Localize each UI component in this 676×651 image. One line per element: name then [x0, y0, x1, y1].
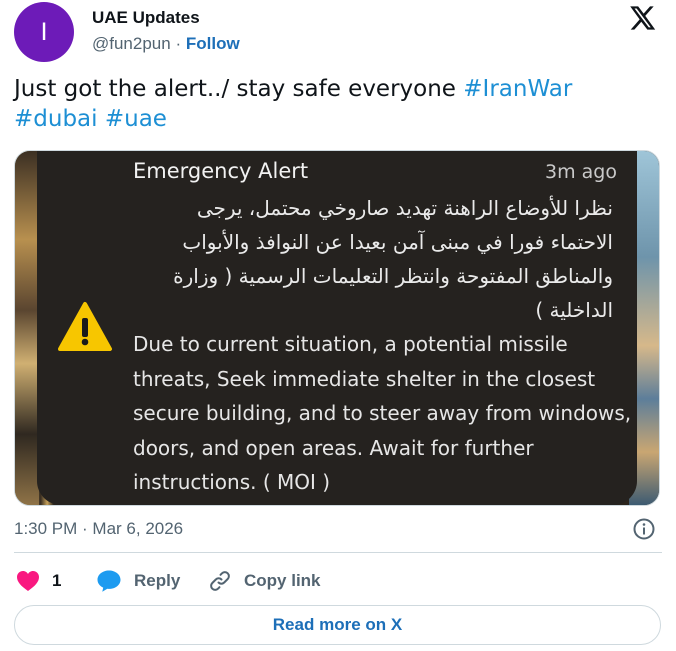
emergency-alert-card: Emergency Alert 3m ago نظرا للأوضاع الرا… — [37, 151, 637, 505]
tweet-header: I UAE Updates @fun2pun · Follow — [14, 2, 664, 62]
action-bar: 1 Reply Copy link — [14, 566, 664, 596]
heart-icon — [17, 571, 39, 591]
handle-row: @fun2pun · Follow — [92, 34, 240, 54]
avatar[interactable]: I — [14, 2, 74, 62]
display-name[interactable]: UAE Updates — [92, 8, 200, 28]
user-handle[interactable]: @fun2pun — [92, 34, 171, 53]
copy-link-button[interactable]: Copy link — [208, 566, 321, 596]
reply-label: Reply — [134, 571, 181, 590]
reply-bubble-icon — [97, 570, 121, 592]
info-icon[interactable] — [632, 517, 656, 541]
divider — [14, 552, 662, 553]
alert-arabic-text: نظرا للأوضاع الراهنة تهديد صاروخي محتمل،… — [173, 196, 613, 322]
follow-button[interactable]: Follow — [186, 34, 240, 53]
like-count: 1 — [52, 571, 62, 590]
hashtag-iranwar[interactable]: #IranWar — [463, 76, 572, 102]
read-more-button[interactable]: Read more on X — [14, 605, 661, 645]
alert-title: Emergency Alert — [133, 159, 309, 183]
hashtag-dubai[interactable]: #dubai — [14, 106, 98, 132]
hashtag-uae[interactable]: #uae — [105, 106, 167, 132]
link-icon — [210, 571, 230, 591]
alert-time: 3m ago — [545, 161, 617, 183]
reply-button[interactable]: Reply — [96, 566, 180, 596]
photo-background-left — [15, 151, 39, 505]
alert-english-text: Due to current situation, a potential mi… — [133, 332, 632, 494]
tweet-body: Just got the alert../ stay safe everyone — [14, 76, 464, 102]
like-button[interactable]: 1 — [16, 566, 61, 596]
separator: · — [175, 34, 182, 53]
warning-triangle-icon — [58, 302, 112, 351]
copy-link-label: Copy link — [244, 571, 321, 590]
tweet-text: Just got the alert../ stay safe everyone… — [14, 74, 654, 134]
tweet-timestamp[interactable]: 1:30 PM · Mar 6, 2026 — [14, 519, 183, 539]
x-logo-icon[interactable] — [628, 4, 656, 32]
tweet-image[interactable]: Emergency Alert 3m ago نظرا للأوضاع الرا… — [14, 150, 660, 506]
